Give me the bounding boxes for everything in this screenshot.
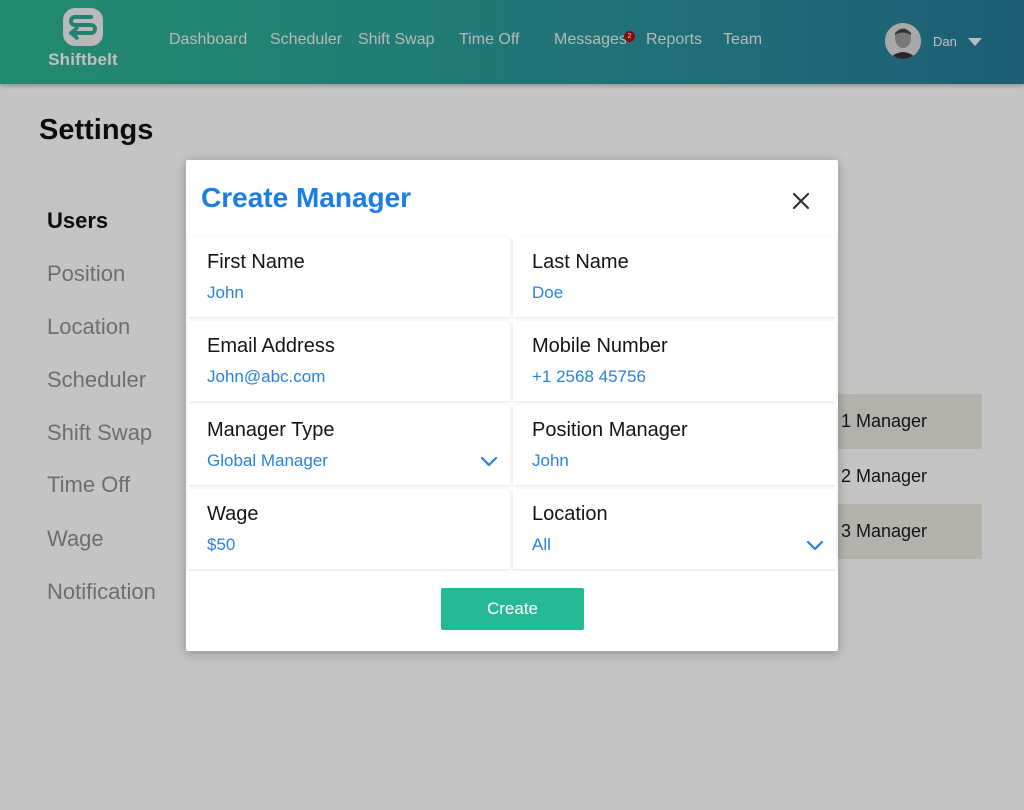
location-select[interactable]: Location All — [513, 489, 836, 569]
user-avatar-icon — [885, 23, 921, 59]
wage-label: Wage — [207, 503, 259, 525]
mobile-number-label: Mobile Number — [532, 335, 668, 357]
sidebar-item-wage[interactable]: Wage — [47, 526, 104, 552]
table-row[interactable]: 2 Manager — [830, 449, 982, 504]
top-nav-bar: Shiftbelt Dashboard Scheduler Shift Swap… — [0, 0, 1024, 84]
logo-s-icon — [63, 8, 103, 46]
email-field[interactable]: Email Address John@abc.com — [188, 321, 510, 401]
email-value[interactable]: John@abc.com — [207, 367, 325, 387]
first-name-value[interactable]: John — [207, 283, 244, 303]
table-row[interactable]: 3 Manager — [830, 504, 982, 559]
sidebar-item-users[interactable]: Users — [47, 208, 108, 234]
manager-type-value[interactable]: Global Manager — [207, 451, 328, 471]
dialog-title: Create Manager — [201, 182, 412, 213]
sidebar-item-shift-swap[interactable]: Shift Swap — [47, 420, 152, 446]
position-manager-field[interactable]: Position Manager John — [513, 405, 836, 485]
page-title: Settings — [39, 114, 154, 146]
first-name-field[interactable]: First Name John — [188, 237, 510, 317]
last-name-value[interactable]: Doe — [532, 283, 563, 303]
mobile-number-field[interactable]: Mobile Number +1 2568 45756 — [513, 321, 836, 401]
user-name[interactable]: Dan — [933, 34, 957, 49]
caret-down-icon[interactable] — [968, 38, 982, 46]
nav-team[interactable]: Team — [723, 31, 762, 49]
nav-messages[interactable]: Messages — [554, 31, 627, 49]
last-name-field[interactable]: Last Name Doe — [513, 237, 836, 317]
email-label: Email Address — [207, 335, 335, 357]
chevron-down-icon[interactable] — [480, 455, 498, 467]
app-logo[interactable]: Shiftbelt — [46, 8, 120, 72]
nav-scheduler[interactable]: Scheduler — [270, 31, 342, 49]
sidebar-item-notification[interactable]: Notification — [47, 579, 156, 605]
sidebar-item-position[interactable]: Position — [47, 261, 125, 287]
close-icon[interactable] — [790, 190, 812, 212]
nav-shift-swap[interactable]: Shift Swap — [358, 31, 434, 49]
sidebar-item-location[interactable]: Location — [47, 314, 130, 340]
mobile-number-value[interactable]: +1 2568 45756 — [532, 367, 646, 387]
nav-reports[interactable]: Reports — [646, 31, 702, 49]
sidebar-item-time-off[interactable]: Time Off — [47, 472, 130, 498]
manager-type-label: Manager Type — [207, 419, 335, 441]
last-name-label: Last Name — [532, 251, 629, 273]
wage-field[interactable]: Wage $50 — [188, 489, 510, 569]
location-label: Location — [532, 503, 608, 525]
create-manager-dialog: Create Manager First Name John Last Name… — [186, 160, 838, 651]
first-name-label: First Name — [207, 251, 305, 273]
wage-value[interactable]: $50 — [207, 535, 235, 555]
avatar[interactable] — [885, 23, 921, 59]
app-name: Shiftbelt — [48, 50, 118, 69]
nav-time-off[interactable]: Time Off — [459, 31, 519, 49]
location-value[interactable]: All — [532, 535, 551, 555]
messages-badge: 2 — [624, 31, 635, 42]
table-row[interactable]: 1 Manager — [830, 394, 982, 449]
chevron-down-icon[interactable] — [806, 539, 824, 551]
position-manager-value[interactable]: John — [532, 451, 569, 471]
create-button[interactable]: Create — [441, 588, 584, 630]
sidebar-item-scheduler[interactable]: Scheduler — [47, 367, 146, 393]
manager-type-select[interactable]: Manager Type Global Manager — [188, 405, 510, 485]
nav-dashboard[interactable]: Dashboard — [169, 31, 247, 49]
position-manager-label: Position Manager — [532, 419, 688, 441]
